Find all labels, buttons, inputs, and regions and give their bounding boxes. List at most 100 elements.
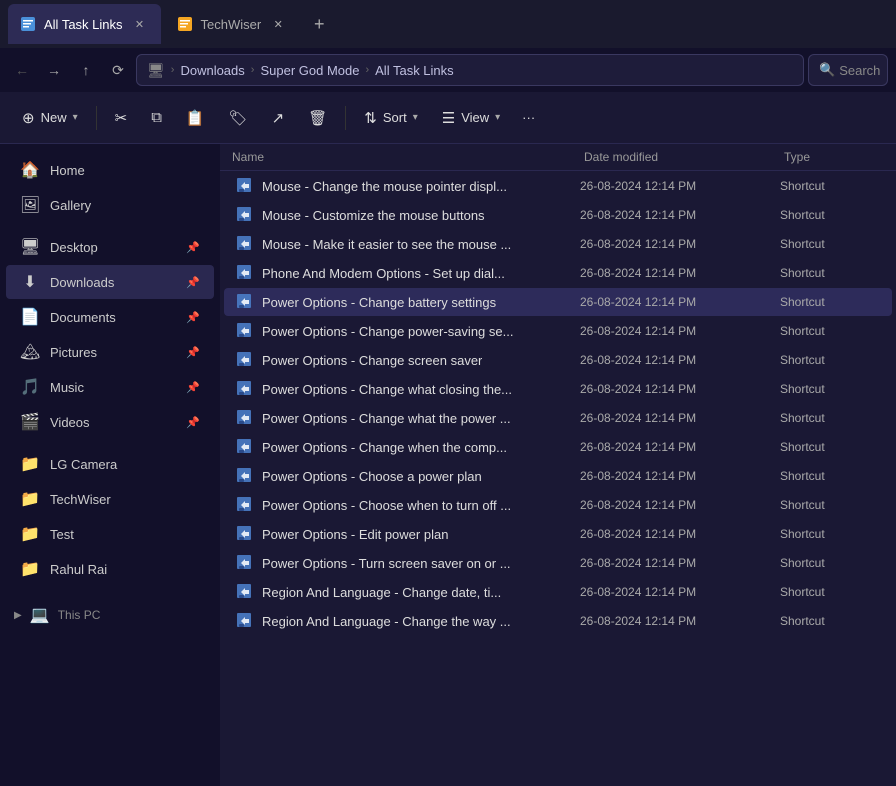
sidebar-item-music[interactable]: 🎵 Music 📌 — [6, 370, 214, 404]
downloads-pin: 📌 — [186, 276, 200, 289]
file-date: 26-08-2024 12:14 PM — [580, 179, 780, 193]
file-name: Power Options - Change battery settings — [262, 295, 496, 310]
file-date: 26-08-2024 12:14 PM — [580, 411, 780, 425]
sidebar-item-pictures[interactable]: 🏔 Pictures 📌 — [6, 335, 214, 369]
table-row[interactable]: Power Options - Edit power plan 26-08-20… — [224, 520, 892, 548]
file-name: Region And Language - Change date, ti... — [262, 585, 501, 600]
sidebar-item-home[interactable]: 🏠 Home — [6, 153, 214, 187]
refresh-button[interactable]: ⟳ — [104, 56, 132, 84]
table-row[interactable]: Mouse - Customize the mouse buttons 26-0… — [224, 201, 892, 229]
breadcrumb-downloads[interactable]: Downloads — [180, 63, 244, 78]
sidebar-label-rahulrai: Rahul Rai — [50, 562, 107, 577]
tab-techwiser[interactable]: TechWiser ✕ — [165, 4, 300, 44]
file-name: Region And Language - Change the way ... — [262, 614, 511, 629]
file-name-cell: Power Options - Change what the power ..… — [236, 409, 580, 427]
view-button[interactable]: ☰ View ▾ — [432, 103, 510, 133]
table-row[interactable]: Power Options - Change screen saver 26-0… — [224, 346, 892, 374]
lgcamera-icon: 📁 — [20, 454, 40, 474]
back-button[interactable]: ← — [8, 56, 36, 84]
sidebar-item-lgcamera[interactable]: 📁 LG Camera — [6, 447, 214, 481]
file-name: Power Options - Change what closing the.… — [262, 382, 512, 397]
file-shortcut-icon — [236, 409, 254, 427]
file-date: 26-08-2024 12:14 PM — [580, 295, 780, 309]
sidebar-item-techwiser[interactable]: 📁 TechWiser — [6, 482, 214, 516]
forward-button[interactable]: → — [40, 56, 68, 84]
new-button[interactable]: ⊕ New ▾ — [12, 103, 88, 133]
file-date: 26-08-2024 12:14 PM — [580, 469, 780, 483]
sidebar-label-lgcamera: LG Camera — [50, 457, 117, 472]
sidebar-item-rahulrai[interactable]: 📁 Rahul Rai — [6, 552, 214, 586]
gallery-icon: 🖼 — [20, 195, 40, 215]
new-tab-button[interactable]: + — [303, 8, 335, 40]
title-bar: All Task Links ✕ TechWiser ✕ + — [0, 0, 896, 48]
breadcrumb-super-god-mode[interactable]: Super God Mode — [260, 63, 359, 78]
table-row[interactable]: Power Options - Choose a power plan 26-0… — [224, 462, 892, 490]
file-type: Shortcut — [780, 324, 880, 338]
search-box[interactable]: 🔍 Search — [808, 54, 888, 86]
table-row[interactable]: Region And Language - Change the way ...… — [224, 607, 892, 635]
file-name: Power Options - Change when the comp... — [262, 440, 507, 455]
copy-button[interactable]: ⧉ — [141, 103, 172, 132]
file-type: Shortcut — [780, 556, 880, 570]
sidebar-item-test[interactable]: 📁 Test — [6, 517, 214, 551]
sidebar-label-downloads: Downloads — [50, 275, 114, 290]
search-icon: 🔍 — [819, 62, 835, 78]
sort-button[interactable]: ⇅ Sort ▾ — [354, 103, 427, 133]
this-pc-section[interactable]: ▶ 💻 This PC — [0, 599, 220, 631]
cut-button[interactable]: ✂ — [105, 103, 138, 133]
table-row[interactable]: Region And Language - Change date, ti...… — [224, 578, 892, 606]
documents-icon: 📄 — [20, 307, 40, 327]
file-shortcut-icon — [236, 554, 254, 572]
tab-label-all-task-links: All Task Links — [44, 17, 123, 32]
sidebar-item-gallery[interactable]: 🖼 Gallery — [6, 188, 214, 222]
file-name-cell: Power Options - Edit power plan — [236, 525, 580, 543]
sidebar-label-desktop: Desktop — [50, 240, 98, 255]
file-date: 26-08-2024 12:14 PM — [580, 382, 780, 396]
breadcrumb-all-task-links[interactable]: All Task Links — [375, 63, 454, 78]
toolbar-sep-2 — [345, 106, 346, 130]
delete-button[interactable]: 🗑 — [298, 103, 337, 133]
table-row[interactable]: Power Options - Change when the comp... … — [224, 433, 892, 461]
share-button[interactable]: ↗ — [262, 103, 295, 133]
desktop-icon: 🖥 — [20, 237, 40, 257]
table-row[interactable]: Phone And Modem Options - Set up dial...… — [224, 259, 892, 287]
file-shortcut-icon — [236, 525, 254, 543]
sidebar-item-videos[interactable]: 🎬 Videos 📌 — [6, 405, 214, 439]
paste-button[interactable]: 📋 — [176, 103, 215, 133]
new-label: New — [41, 110, 67, 125]
tab-close-all-task-links[interactable]: ✕ — [131, 15, 149, 33]
table-row[interactable]: Mouse - Change the mouse pointer displ..… — [224, 172, 892, 200]
music-icon: 🎵 — [20, 377, 40, 397]
file-type: Shortcut — [780, 208, 880, 222]
up-button[interactable]: ↑ — [72, 56, 100, 84]
sidebar-item-desktop[interactable]: 🖥 Desktop 📌 — [6, 230, 214, 264]
file-shortcut-icon — [236, 612, 254, 630]
sidebar-item-documents[interactable]: 📄 Documents 📌 — [6, 300, 214, 334]
pictures-pin: 📌 — [186, 346, 200, 359]
file-date: 26-08-2024 12:14 PM — [580, 527, 780, 541]
videos-icon: 🎬 — [20, 412, 40, 432]
techwiser-icon: 📁 — [20, 489, 40, 509]
table-row[interactable]: Mouse - Make it easier to see the mouse … — [224, 230, 892, 258]
file-name-cell: Power Options - Change when the comp... — [236, 438, 580, 456]
table-row[interactable]: Power Options - Change what closing the.… — [224, 375, 892, 403]
address-input[interactable]: 🖥 › Downloads › Super God Mode › All Tas… — [136, 54, 804, 86]
rename-button[interactable]: 🏷 — [219, 103, 258, 133]
sidebar-item-downloads[interactable]: ⬇ Downloads 📌 — [6, 265, 214, 299]
documents-pin: 📌 — [186, 311, 200, 324]
table-row[interactable]: Power Options - Choose when to turn off … — [224, 491, 892, 519]
table-row[interactable]: Power Options - Change power-saving se..… — [224, 317, 892, 345]
new-icon: ⊕ — [22, 109, 35, 127]
file-shortcut-icon — [236, 467, 254, 485]
file-list: Mouse - Change the mouse pointer displ..… — [220, 172, 896, 635]
tab-close-techwiser[interactable]: ✕ — [269, 15, 287, 33]
table-row[interactable]: Power Options - Change what the power ..… — [224, 404, 892, 432]
file-name: Power Options - Choose when to turn off … — [262, 498, 511, 513]
table-row[interactable]: Power Options - Change battery settings … — [224, 288, 892, 316]
table-row[interactable]: Power Options - Turn screen saver on or … — [224, 549, 892, 577]
pictures-icon: 🏔 — [20, 342, 40, 362]
tab-all-task-links[interactable]: All Task Links ✕ — [8, 4, 161, 44]
more-button[interactable]: ··· — [514, 104, 543, 131]
sidebar: 🏠 Home 🖼 Gallery 🖥 Desktop 📌 ⬇ Downloads… — [0, 144, 220, 786]
view-label: View — [461, 110, 489, 125]
